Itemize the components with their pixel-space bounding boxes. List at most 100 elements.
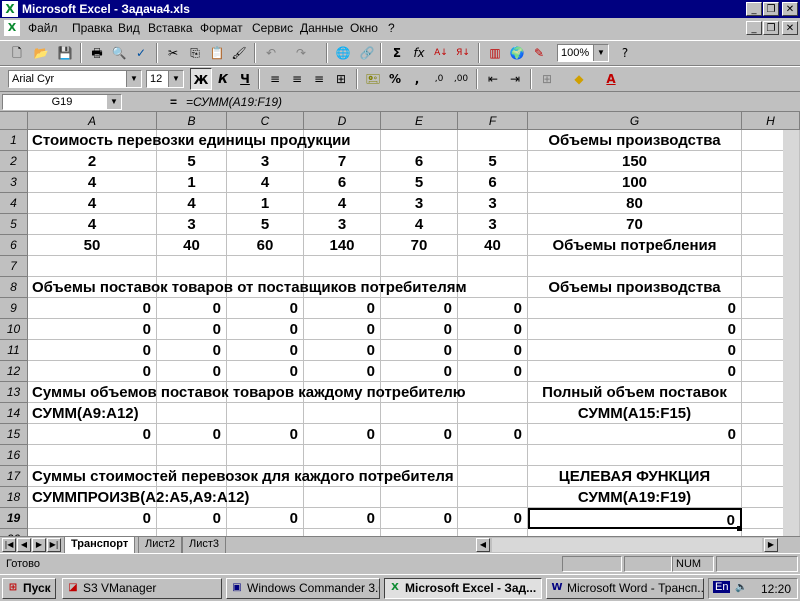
cell-g11[interactable]: 0 bbox=[528, 340, 742, 361]
vertical-scrollbar[interactable] bbox=[783, 130, 799, 536]
cell-g19[interactable]: 0 bbox=[528, 508, 742, 529]
horizontal-scrollbar[interactable] bbox=[492, 538, 762, 552]
cell-g12[interactable]: 0 bbox=[528, 361, 742, 382]
cell-e18[interactable] bbox=[381, 487, 458, 508]
row-header-17[interactable]: 17 bbox=[0, 466, 28, 487]
cell-c10[interactable]: 0 bbox=[227, 319, 304, 340]
cell-d6[interactable]: 140 bbox=[304, 235, 381, 256]
workbook-icon[interactable]: X bbox=[4, 20, 20, 36]
cell-b12[interactable]: 0 bbox=[157, 361, 227, 382]
row-header-10[interactable]: 10 bbox=[0, 319, 28, 340]
menu-data[interactable]: Данные bbox=[300, 21, 343, 35]
row-header-15[interactable]: 15 bbox=[0, 424, 28, 445]
cell-d5[interactable]: 3 bbox=[304, 214, 381, 235]
cell-b11[interactable]: 0 bbox=[157, 340, 227, 361]
cell-a12[interactable]: 0 bbox=[28, 361, 157, 382]
row-header-12[interactable]: 12 bbox=[0, 361, 28, 382]
cell-e14[interactable] bbox=[381, 403, 458, 424]
cell-f12[interactable]: 0 bbox=[458, 361, 528, 382]
task-windows-commander[interactable]: ▣ Windows Commander 3.0... bbox=[226, 578, 380, 599]
cell-b2[interactable]: 5 bbox=[157, 151, 227, 172]
row-header-19[interactable]: 19 bbox=[0, 508, 28, 529]
cell-c20[interactable] bbox=[227, 529, 304, 536]
prev-sheet-icon[interactable]: ◀ bbox=[17, 538, 31, 552]
cell-c4[interactable]: 1 bbox=[227, 193, 304, 214]
menu-edit[interactable]: Правка bbox=[72, 21, 113, 35]
cell-b15[interactable]: 0 bbox=[157, 424, 227, 445]
cell-a20[interactable] bbox=[28, 529, 157, 536]
cell-a6[interactable]: 50 bbox=[28, 235, 157, 256]
row-header-16[interactable]: 16 bbox=[0, 445, 28, 466]
cell-c12[interactable]: 0 bbox=[227, 361, 304, 382]
menu-window[interactable]: Окно bbox=[350, 21, 378, 35]
underline-button[interactable]: Ч bbox=[234, 68, 256, 90]
cell-e12[interactable]: 0 bbox=[381, 361, 458, 382]
cell-c16[interactable] bbox=[227, 445, 304, 466]
cell-e3[interactable]: 5 bbox=[381, 172, 458, 193]
next-sheet-icon[interactable]: ▶ bbox=[32, 538, 46, 552]
column-header-f[interactable]: F bbox=[458, 112, 528, 130]
cell-f14[interactable] bbox=[458, 403, 528, 424]
undo-icon[interactable]: ↶ bbox=[260, 42, 282, 64]
cut-icon[interactable]: ✂ bbox=[162, 42, 184, 64]
row-header-7[interactable]: 7 bbox=[0, 256, 28, 277]
increase-decimal-icon[interactable]: ,0 bbox=[428, 68, 450, 90]
cell-a7[interactable] bbox=[28, 256, 157, 277]
cell-f10[interactable]: 0 bbox=[458, 319, 528, 340]
cell-a9[interactable]: 0 bbox=[28, 298, 157, 319]
sheet-tab-transport[interactable]: Транспорт bbox=[64, 537, 136, 554]
doc-close-button[interactable]: ✕ bbox=[782, 21, 798, 35]
cell-a16[interactable] bbox=[28, 445, 157, 466]
column-header-h[interactable]: H bbox=[742, 112, 800, 130]
cell-c15[interactable]: 0 bbox=[227, 424, 304, 445]
cell-a5[interactable]: 4 bbox=[28, 214, 157, 235]
column-header-b[interactable]: B bbox=[157, 112, 227, 130]
spreadsheet-grid[interactable]: A B C D E F G H 1 Объемы производства Стоимость пе… bbox=[0, 112, 800, 536]
excel-app-icon[interactable]: X bbox=[2, 1, 18, 17]
cell-g1[interactable]: Объемы производства bbox=[528, 130, 742, 151]
cell-d15[interactable]: 0 bbox=[304, 424, 381, 445]
map-icon[interactable]: 🌍 bbox=[506, 42, 528, 64]
cell-f4[interactable]: 3 bbox=[458, 193, 528, 214]
cell-f5[interactable]: 3 bbox=[458, 214, 528, 235]
autosum-icon[interactable]: Σ bbox=[386, 42, 408, 64]
cell-g13[interactable]: Полный объем поставок bbox=[528, 382, 742, 403]
cell-g8[interactable]: Объемы производства bbox=[528, 277, 742, 298]
cell-d4[interactable]: 4 bbox=[304, 193, 381, 214]
cell-f7[interactable] bbox=[458, 256, 528, 277]
decrease-decimal-icon[interactable]: ,00 bbox=[450, 68, 472, 90]
row-header-2[interactable]: 2 bbox=[0, 151, 28, 172]
name-box[interactable]: G19 ▼ bbox=[2, 94, 122, 110]
comma-button[interactable]: , bbox=[406, 68, 428, 90]
menu-tools[interactable]: Сервис bbox=[252, 21, 293, 35]
cell-c11[interactable]: 0 bbox=[227, 340, 304, 361]
copy-icon[interactable]: ⎘ bbox=[184, 42, 206, 64]
align-left-icon[interactable]: ≡ bbox=[264, 68, 286, 90]
cell-g3[interactable]: 100 bbox=[528, 172, 742, 193]
sort-ascending-icon[interactable]: A↓ bbox=[430, 42, 452, 64]
cell-b4[interactable]: 4 bbox=[157, 193, 227, 214]
cell-b14[interactable] bbox=[157, 403, 227, 424]
cell-e1[interactable] bbox=[381, 130, 458, 151]
cell-e20[interactable] bbox=[381, 529, 458, 536]
cell-f8[interactable] bbox=[458, 277, 528, 298]
cell-g5[interactable]: 70 bbox=[528, 214, 742, 235]
cell-f3[interactable]: 6 bbox=[458, 172, 528, 193]
cell-b19[interactable]: 0 bbox=[157, 508, 227, 529]
cell-e15[interactable]: 0 bbox=[381, 424, 458, 445]
new-icon[interactable]: 🗋 bbox=[6, 42, 28, 64]
doc-minimize-button[interactable]: _ bbox=[746, 21, 762, 35]
chevron-down-icon[interactable]: ▼ bbox=[107, 95, 121, 109]
paste-icon[interactable]: 📋 bbox=[206, 42, 228, 64]
cell-c6[interactable]: 60 bbox=[227, 235, 304, 256]
cell-b10[interactable]: 0 bbox=[157, 319, 227, 340]
row-header-20[interactable]: 20 bbox=[0, 529, 28, 536]
row-header-11[interactable]: 11 bbox=[0, 340, 28, 361]
cell-a4[interactable]: 4 bbox=[28, 193, 157, 214]
spelling-icon[interactable]: ✓ bbox=[130, 42, 152, 64]
cell-e11[interactable]: 0 bbox=[381, 340, 458, 361]
open-icon[interactable]: 📂 bbox=[30, 42, 52, 64]
menu-help[interactable]: ? bbox=[388, 21, 395, 35]
select-all-corner[interactable] bbox=[0, 112, 28, 130]
sort-descending-icon[interactable]: Я↓ bbox=[452, 42, 474, 64]
